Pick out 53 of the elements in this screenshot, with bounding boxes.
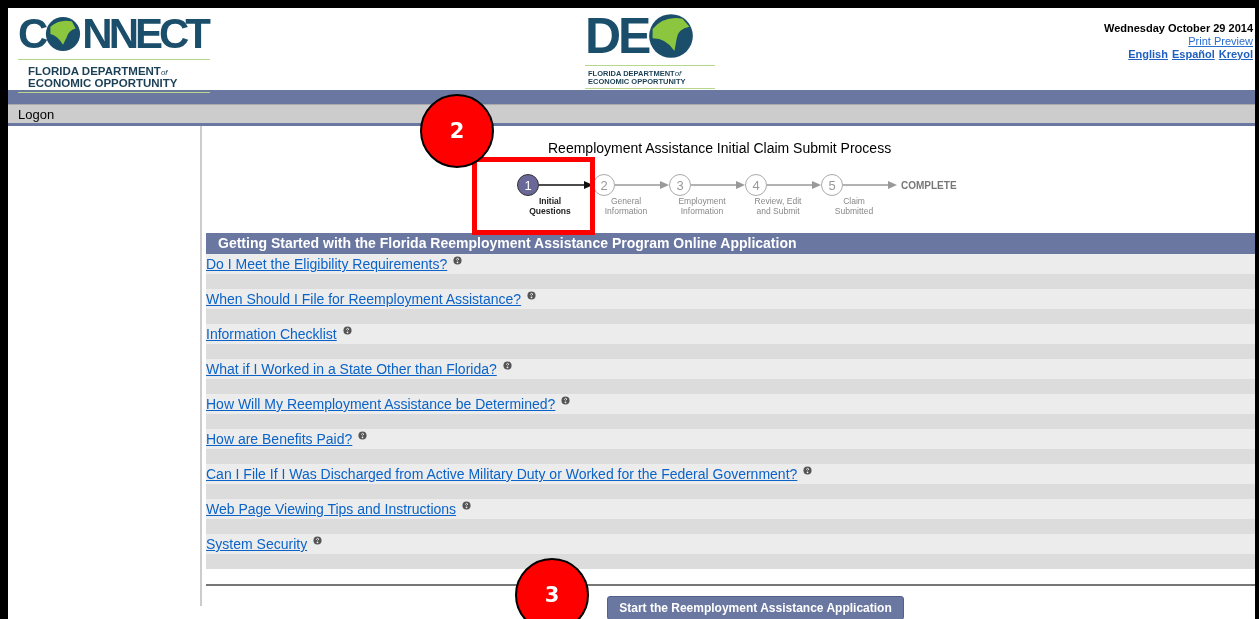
help-icon[interactable]	[462, 500, 472, 510]
help-icon[interactable]	[453, 255, 463, 265]
complete-label: COMPLETE	[901, 179, 957, 191]
question-link[interactable]: When Should I File for Reemployment Assistance?	[206, 291, 522, 307]
step-label: General Information	[603, 196, 649, 216]
language-link[interactable]: Español	[1171, 48, 1215, 61]
step-number: 5	[821, 174, 843, 196]
callout-badge: 3	[515, 558, 589, 619]
language-link[interactable]: Kreyol	[1218, 48, 1253, 61]
step-label: Review, Edit and Submit	[753, 196, 803, 216]
globe-icon	[45, 16, 82, 52]
logo-letter: C	[18, 13, 45, 55]
question-link[interactable]: How are Benefits Paid?	[206, 431, 353, 447]
help-icon[interactable]	[358, 430, 368, 440]
help-icon[interactable]	[342, 325, 352, 335]
question-link[interactable]: How Will My Reemployment Assistance be Determined?	[206, 396, 556, 412]
logon-menu-item[interactable]: Logon	[8, 106, 55, 122]
logo-subtitle-of: of	[160, 68, 168, 77]
help-icon[interactable]	[527, 290, 537, 300]
logo-wordmark: DE	[585, 11, 649, 61]
question-link[interactable]: Information Checklist	[206, 326, 337, 342]
arrow-icon	[767, 180, 821, 190]
step-label: Claim Submitted	[833, 196, 875, 216]
help-icon[interactable]	[313, 535, 323, 545]
step-number: 1	[517, 174, 539, 196]
help-icon[interactable]	[561, 395, 571, 405]
section-heading: Getting Started with the Florida Reemployment Assistance Program Online Application	[206, 233, 1255, 254]
question-link[interactable]: Web Page Viewing Tips and Instructions	[206, 501, 457, 517]
step-number: 2	[593, 174, 615, 196]
logo-subtitle: FLORIDA DEPARTMENT	[28, 65, 161, 77]
question-link[interactable]: Can I File If I Was Discharged from Active Military Duty or Worked for the Federal Government?	[206, 466, 798, 482]
language-link[interactable]: English	[1128, 48, 1168, 61]
logo-subtitle: ECONOMIC OPPORTUNITY	[28, 77, 178, 90]
question-link[interactable]: What if I Worked in a State Other than Florida?	[206, 361, 497, 377]
arrow-icon	[843, 180, 897, 190]
help-icon[interactable]	[803, 465, 813, 475]
logo-wordmark: NNECT	[82, 13, 207, 55]
arrow-icon	[615, 180, 669, 190]
process-title: Reemployment Assistance Initial Claim Submit Process	[547, 140, 893, 156]
logo-subtitle-of: of	[674, 69, 682, 78]
step-label: Initial Questions	[528, 196, 572, 216]
question-link[interactable]: System Security	[206, 536, 308, 552]
question-link[interactable]: Do I Meet the Eligibility Requirements?	[206, 256, 448, 272]
help-icon[interactable]	[502, 360, 512, 370]
step-number: 3	[669, 174, 691, 196]
step-number: 4	[745, 174, 767, 196]
print-preview-link[interactable]: Print Preview	[1188, 35, 1253, 48]
start-application-button[interactable]: Start the Reemployment Assistance Application	[607, 596, 904, 619]
date-text: Wednesday October 29 2014	[1104, 22, 1253, 35]
step-label: Employment Information	[677, 196, 727, 216]
arrow-icon	[691, 180, 745, 190]
arrow-icon	[539, 180, 593, 190]
globe-icon	[648, 13, 695, 59]
